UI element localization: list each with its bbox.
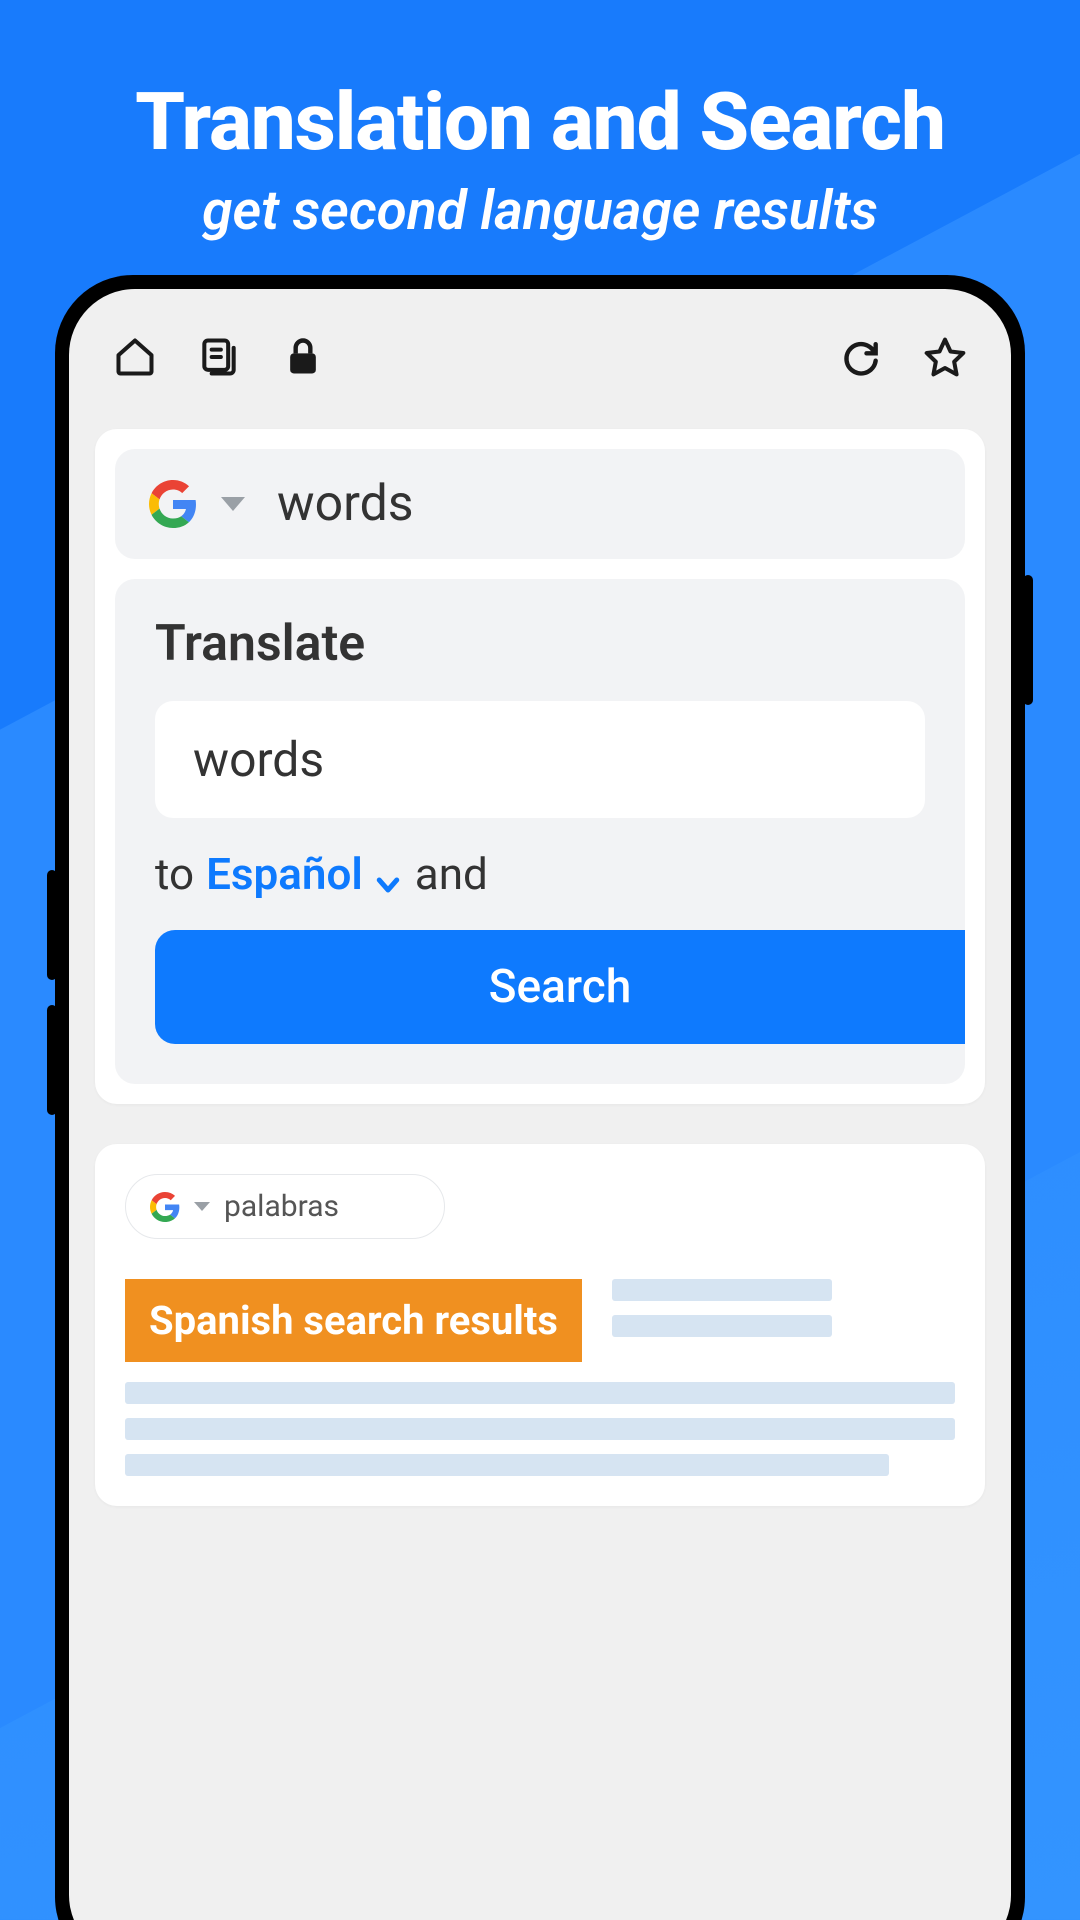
hero-text: Translation and Search get second langua… <box>0 0 1080 243</box>
phone-side-button <box>1023 575 1033 705</box>
results-badge: Spanish search results <box>125 1279 582 1362</box>
hero-subtitle: get second language results <box>0 179 1080 243</box>
result-skeleton-block <box>125 1382 955 1476</box>
phone-frame: words Translate words to Español and <box>55 275 1025 1920</box>
to-label: to <box>155 848 194 900</box>
google-logo-icon <box>150 1192 180 1222</box>
results-preview: Spanish search results <box>125 1279 955 1362</box>
skeleton-line <box>125 1454 889 1476</box>
translated-query: palabras <box>224 1189 339 1224</box>
search-query[interactable]: words <box>277 475 414 533</box>
star-icon[interactable] <box>921 333 969 381</box>
search-bar[interactable]: words <box>115 449 965 559</box>
skeleton-line <box>612 1279 832 1301</box>
chevron-down-icon <box>373 859 403 889</box>
home-icon[interactable] <box>111 333 159 381</box>
translate-input[interactable]: words <box>155 701 925 818</box>
translate-panel: Translate words to Español and Search <box>115 579 965 1084</box>
search-engine-dropdown-icon[interactable] <box>194 1202 210 1211</box>
skeleton-line <box>125 1382 955 1404</box>
phone-volume-down <box>47 1005 57 1115</box>
result-skeleton <box>612 1279 955 1337</box>
browser-toolbar <box>69 289 1011 413</box>
language-name: Español <box>206 848 363 900</box>
language-line: to Español and <box>155 848 925 900</box>
phone-screen: words Translate words to Español and <box>69 289 1011 1920</box>
phone-volume-up <box>47 870 57 980</box>
search-engine-dropdown-icon[interactable] <box>221 497 245 511</box>
skeleton-line <box>612 1315 832 1337</box>
hero-title: Translation and Search <box>0 75 1080 169</box>
language-select[interactable]: Español <box>206 848 403 900</box>
lock-icon[interactable] <box>279 333 327 381</box>
translated-search-bar[interactable]: palabras <box>125 1174 445 1239</box>
google-logo-icon <box>149 480 197 528</box>
and-label: and <box>415 848 488 900</box>
page-content: words Translate words to Español and <box>69 413 1011 1506</box>
reload-icon[interactable] <box>837 333 885 381</box>
tabs-icon[interactable] <box>195 333 243 381</box>
skeleton-line <box>125 1418 955 1440</box>
results-card: palabras Spanish search results <box>95 1144 985 1506</box>
translate-heading: Translate <box>155 615 925 673</box>
search-button[interactable]: Search <box>155 930 965 1044</box>
search-and-translate-card: words Translate words to Español and <box>95 429 985 1104</box>
